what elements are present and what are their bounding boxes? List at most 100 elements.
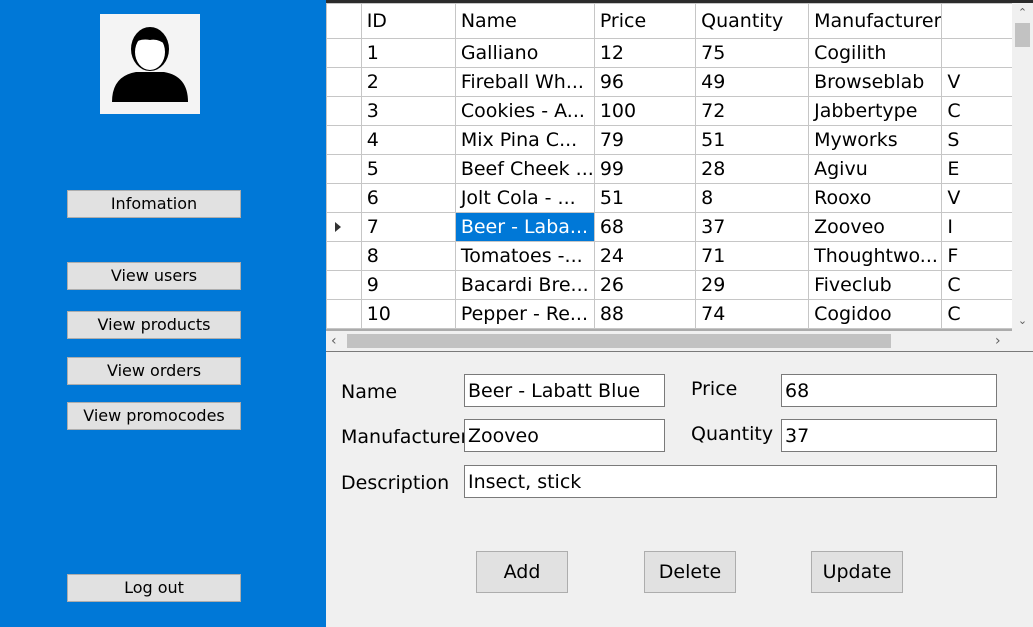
cell-price[interactable]: 24	[593, 241, 697, 271]
information-button[interactable]: Infomation	[67, 190, 241, 218]
column-header-quantity[interactable]: Quantity	[695, 3, 810, 39]
column-header-id[interactable]: ID	[360, 3, 456, 39]
cell-price[interactable]: 51	[593, 183, 697, 213]
row-header[interactable]	[326, 96, 362, 126]
row-header[interactable]	[326, 212, 362, 242]
row-header[interactable]	[326, 241, 362, 271]
cell-manufacturer[interactable]: Cogilith	[808, 38, 943, 68]
cell-id[interactable]: 2	[360, 67, 456, 97]
table-row[interactable]: 6 Jolt Cola - ... 51 8 Rooxo V	[326, 183, 1033, 213]
cell-manufacturer[interactable]: Thoughtwo...	[808, 241, 943, 271]
products-grid[interactable]: ID Name Price Quantity Manufacturer 1 Gal…	[326, 3, 1033, 352]
cell-price[interactable]: 96	[593, 67, 697, 97]
row-header[interactable]	[326, 299, 362, 329]
row-header[interactable]	[326, 154, 362, 184]
cell-manufacturer[interactable]: Jabbertype	[808, 96, 943, 126]
quantity-input[interactable]: 37	[781, 419, 997, 452]
cell-quantity[interactable]: 74	[695, 299, 810, 329]
cell-manufacturer[interactable]: Rooxo	[808, 183, 943, 213]
logout-button[interactable]: Log out	[67, 574, 241, 602]
view-products-button[interactable]: View products	[67, 311, 241, 339]
cell-quantity[interactable]: 71	[695, 241, 810, 271]
cell-name[interactable]: Beer - Laba...	[454, 212, 595, 242]
cell-manufacturer[interactable]: Zooveo	[808, 212, 943, 242]
scroll-down-icon[interactable]: ⌄	[1017, 315, 1028, 326]
cell-name[interactable]: Galliano	[454, 38, 595, 68]
table-row[interactable]: 4 Mix Pina C... 79 51 Myworks S	[326, 125, 1033, 155]
cell-name[interactable]: Mix Pina C...	[454, 125, 595, 155]
update-button[interactable]: Update	[811, 551, 903, 593]
cell-name[interactable]: Tomatoes -...	[454, 241, 595, 271]
table-row[interactable]: 5 Beef Cheek ... 99 28 Agivu E	[326, 154, 1033, 184]
table-row[interactable]: 9 Bacardi Bre... 26 29 Fiveclub C	[326, 270, 1033, 300]
row-header[interactable]	[326, 183, 362, 213]
view-users-button[interactable]: View users	[67, 262, 241, 290]
row-header[interactable]	[326, 67, 362, 97]
table-row[interactable]: 2 Fireball Wh... 96 49 Browseblab V	[326, 67, 1033, 97]
description-input[interactable]: Insect, stick	[464, 465, 997, 498]
table-row[interactable]: 8 Tomatoes -... 24 71 Thoughtwo... F	[326, 241, 1033, 271]
cell-name[interactable]: Fireball Wh...	[454, 67, 595, 97]
cell-price[interactable]: 12	[593, 38, 697, 68]
table-row[interactable]: 10 Pepper - Re... 88 74 Cogidoo C	[326, 299, 1033, 329]
column-header-price[interactable]: Price	[593, 3, 697, 39]
horizontal-scrollbar[interactable]: ‹ ›	[326, 331, 1033, 351]
cell-quantity[interactable]: 72	[695, 96, 810, 126]
price-input[interactable]: 68	[781, 374, 997, 407]
table-row[interactable]: 1 Galliano 12 75 Cogilith	[326, 38, 1033, 68]
cell-quantity[interactable]: 51	[695, 125, 810, 155]
cell-id[interactable]: 6	[360, 183, 456, 213]
cell-id[interactable]: 7	[360, 212, 456, 242]
cell-quantity[interactable]: 8	[695, 183, 810, 213]
cell-id[interactable]: 8	[360, 241, 456, 271]
cell-price[interactable]: 68	[593, 212, 697, 242]
cell-name[interactable]: Bacardi Bre...	[454, 270, 595, 300]
vertical-scrollbar[interactable]: ⌃ ⌄	[1012, 3, 1033, 331]
cell-manufacturer[interactable]: Cogidoo	[808, 299, 943, 329]
cell-price[interactable]: 100	[593, 96, 697, 126]
cell-name[interactable]: Cookies - A...	[454, 96, 595, 126]
cell-id[interactable]: 3	[360, 96, 456, 126]
row-header[interactable]	[326, 270, 362, 300]
cell-price[interactable]: 26	[593, 270, 697, 300]
view-orders-button[interactable]: View orders	[67, 357, 241, 385]
cell-price[interactable]: 99	[593, 154, 697, 184]
manufacturer-input[interactable]: Zooveo	[464, 419, 665, 452]
delete-button[interactable]: Delete	[644, 551, 736, 593]
horizontal-scroll-thumb[interactable]	[347, 334, 891, 348]
column-header-name[interactable]: Name	[454, 3, 595, 39]
cell-quantity[interactable]: 28	[695, 154, 810, 184]
add-button[interactable]: Add	[476, 551, 568, 593]
view-promocodes-button[interactable]: View promocodes	[67, 402, 241, 430]
table-row[interactable]: 7 Beer - Laba... 68 37 Zooveo I	[326, 212, 1033, 242]
row-header-corner	[326, 3, 362, 39]
table-row[interactable]: 3 Cookies - A... 100 72 Jabbertype C	[326, 96, 1033, 126]
cell-name[interactable]: Jolt Cola - ...	[454, 183, 595, 213]
cell-quantity[interactable]: 29	[695, 270, 810, 300]
cell-id[interactable]: 9	[360, 270, 456, 300]
row-header[interactable]	[326, 125, 362, 155]
cell-quantity[interactable]: 75	[695, 38, 810, 68]
cell-manufacturer[interactable]: Agivu	[808, 154, 943, 184]
row-header[interactable]	[326, 38, 362, 68]
cell-id[interactable]: 1	[360, 38, 456, 68]
scroll-left-icon[interactable]: ‹	[331, 334, 337, 348]
cell-name[interactable]: Pepper - Re...	[454, 299, 595, 329]
cell-id[interactable]: 10	[360, 299, 456, 329]
cell-price[interactable]: 79	[593, 125, 697, 155]
cell-price[interactable]: 88	[593, 299, 697, 329]
vertical-scroll-thumb[interactable]	[1015, 23, 1030, 47]
cell-name[interactable]: Beef Cheek ...	[454, 154, 595, 184]
cell-quantity[interactable]: 37	[695, 212, 810, 242]
cell-manufacturer[interactable]: Myworks	[808, 125, 943, 155]
scroll-up-icon[interactable]: ⌃	[1017, 7, 1028, 18]
name-input[interactable]: Beer - Labatt Blue	[464, 374, 665, 407]
cell-id[interactable]: 4	[360, 125, 456, 155]
cell-quantity[interactable]: 49	[695, 67, 810, 97]
cell-manufacturer[interactable]: Browseblab	[808, 67, 943, 97]
cell-manufacturer[interactable]: Fiveclub	[808, 270, 943, 300]
cell-id[interactable]: 5	[360, 154, 456, 184]
column-header-manufacturer[interactable]: Manufacturer	[808, 3, 943, 39]
sidebar: Infomation View users View products View…	[0, 0, 326, 627]
scroll-right-icon[interactable]: ›	[995, 334, 1001, 348]
